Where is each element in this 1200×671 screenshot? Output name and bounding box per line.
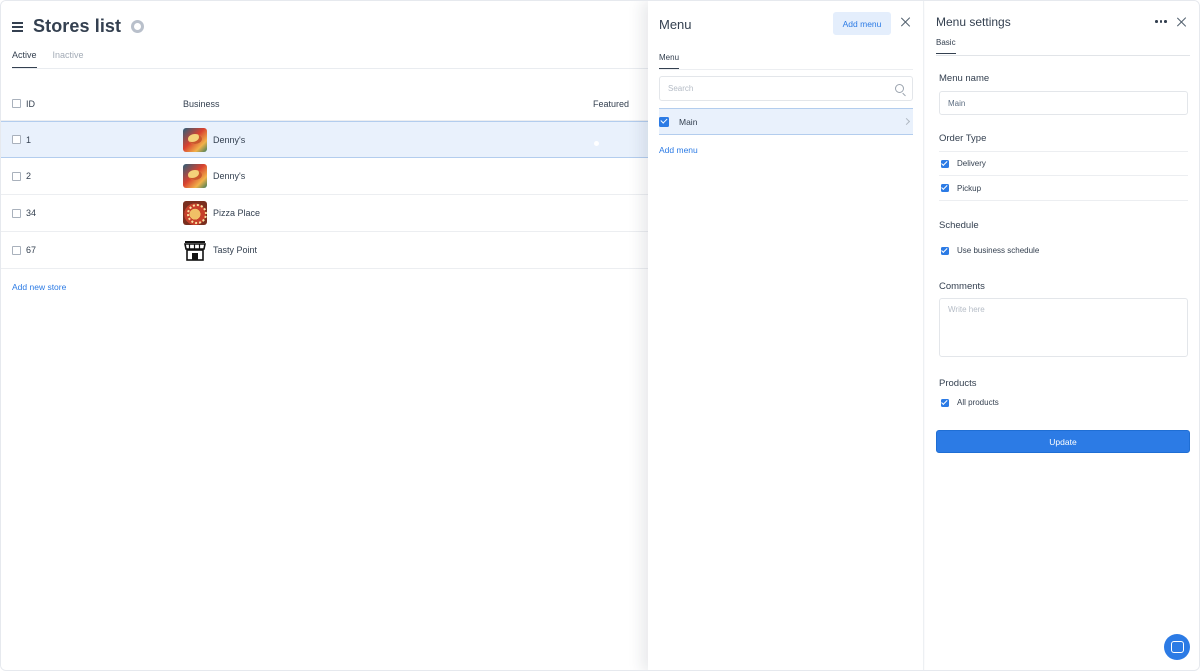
business-name: Denny's: [213, 171, 246, 181]
app-window: Stores list Active Inactive ID Business …: [0, 0, 1200, 671]
row-id: 2: [26, 171, 32, 181]
add-menu-button[interactable]: Add menu: [833, 12, 891, 35]
page-title: Stores list: [33, 16, 122, 36]
row-id: 1: [26, 134, 32, 145]
add-new-store-link[interactable]: Add new store: [12, 282, 66, 292]
menu-item-checkbox[interactable]: [659, 116, 669, 127]
row-id: 34: [26, 208, 37, 218]
column-header-id[interactable]: ID: [26, 99, 35, 109]
business-thumbnail: [183, 127, 207, 152]
stores-list-panel: Stores list Active Inactive ID Business …: [1, 1, 648, 670]
table-row[interactable]: 67 Tasty Point: [1, 232, 648, 269]
menu-name-label: Menu name: [939, 73, 990, 84]
pickup-label: Pickup: [957, 183, 982, 193]
row-id: 67: [26, 245, 37, 255]
pickup-checkbox[interactable]: [941, 184, 949, 192]
row-checkbox[interactable]: [12, 171, 21, 181]
table-row[interactable]: 2 Denny's: [1, 158, 648, 195]
business-schedule-checkbox[interactable]: [941, 246, 949, 255]
storefront-icon: [183, 238, 207, 262]
table-row[interactable]: 1 Denny's: [1, 121, 648, 158]
business-name: Tasty Point: [213, 245, 258, 255]
schedule-label: Schedule: [939, 220, 979, 231]
menu-search-input[interactable]: [668, 84, 878, 93]
menu-name-input[interactable]: [939, 91, 1188, 115]
close-settings-icon[interactable]: [1177, 17, 1187, 27]
tab-active[interactable]: Active: [12, 50, 37, 68]
tab-divider: [936, 55, 1190, 56]
row-business: Pizza Place: [183, 201, 260, 225]
add-menu-link[interactable]: Add menu: [659, 145, 698, 155]
all-products-option[interactable]: All products: [939, 390, 1188, 415]
all-products-checkbox[interactable]: [941, 398, 949, 407]
menu-panel-title: Menu: [659, 17, 692, 32]
row-checkbox[interactable]: [12, 245, 21, 255]
tab-divider: [659, 69, 913, 70]
storefront-svg: [184, 241, 206, 261]
row-checkbox[interactable]: [12, 135, 21, 144]
table-header-row: ID Business Featured: [1, 87, 648, 121]
business-thumbnail: [183, 201, 207, 225]
menu-search-box: [659, 76, 913, 101]
chat-support-icon[interactable]: [1164, 634, 1190, 660]
more-options-icon[interactable]: [1155, 20, 1167, 23]
row-business: Tasty Point: [183, 238, 257, 262]
select-all-checkbox[interactable]: [12, 99, 21, 108]
menu-item-label: Main: [679, 116, 698, 127]
tab-basic[interactable]: Basic: [936, 38, 956, 54]
comments-textarea[interactable]: [939, 298, 1188, 357]
use-business-schedule-option[interactable]: Use business schedule: [939, 238, 1188, 263]
chevron-right-icon: [902, 117, 911, 126]
column-header-business[interactable]: Business: [183, 99, 220, 109]
order-type-label: Order Type: [939, 133, 987, 144]
row-checkbox[interactable]: [12, 208, 21, 218]
table-row[interactable]: 34 Pizza Place: [1, 195, 648, 232]
close-menu-panel-icon[interactable]: [901, 17, 911, 27]
business-name: Pizza Place: [213, 208, 261, 218]
products-label: Products: [939, 378, 977, 389]
help-lifebuoy-icon[interactable]: [131, 20, 145, 33]
comments-label: Comments: [939, 281, 985, 292]
stores-header: Stores list: [12, 16, 145, 37]
delivery-checkbox[interactable]: [941, 159, 949, 168]
menu-panel: Menu Add menu Menu Main Add menu: [648, 1, 924, 670]
search-icon[interactable]: [895, 84, 904, 93]
menu-list-item[interactable]: Main: [659, 108, 913, 135]
all-products-label: All products: [957, 398, 999, 407]
business-name: Denny's: [213, 134, 246, 145]
stores-table: ID Business Featured 1 Denny's 2 Denny's: [1, 87, 648, 269]
settings-title: Menu settings: [936, 15, 1011, 29]
order-type-pickup[interactable]: Pickup: [939, 176, 1188, 201]
business-thumbnail: [183, 164, 207, 188]
delivery-label: Delivery: [957, 159, 986, 168]
update-button[interactable]: Update: [936, 430, 1190, 453]
row-business: Denny's: [183, 127, 246, 152]
tab-menu[interactable]: Menu: [659, 53, 680, 69]
stores-tabs: Active Inactive: [12, 50, 648, 69]
business-schedule-label: Use business schedule: [957, 246, 1040, 255]
column-header-featured[interactable]: Featured: [593, 99, 629, 109]
tab-inactive[interactable]: Inactive: [53, 50, 84, 68]
row-business: Denny's: [183, 164, 245, 188]
order-type-delivery[interactable]: Delivery: [939, 151, 1188, 176]
hamburger-menu-icon[interactable]: [12, 22, 23, 32]
menu-settings-panel: Menu settings Basic Menu name Order Type…: [925, 1, 1199, 670]
